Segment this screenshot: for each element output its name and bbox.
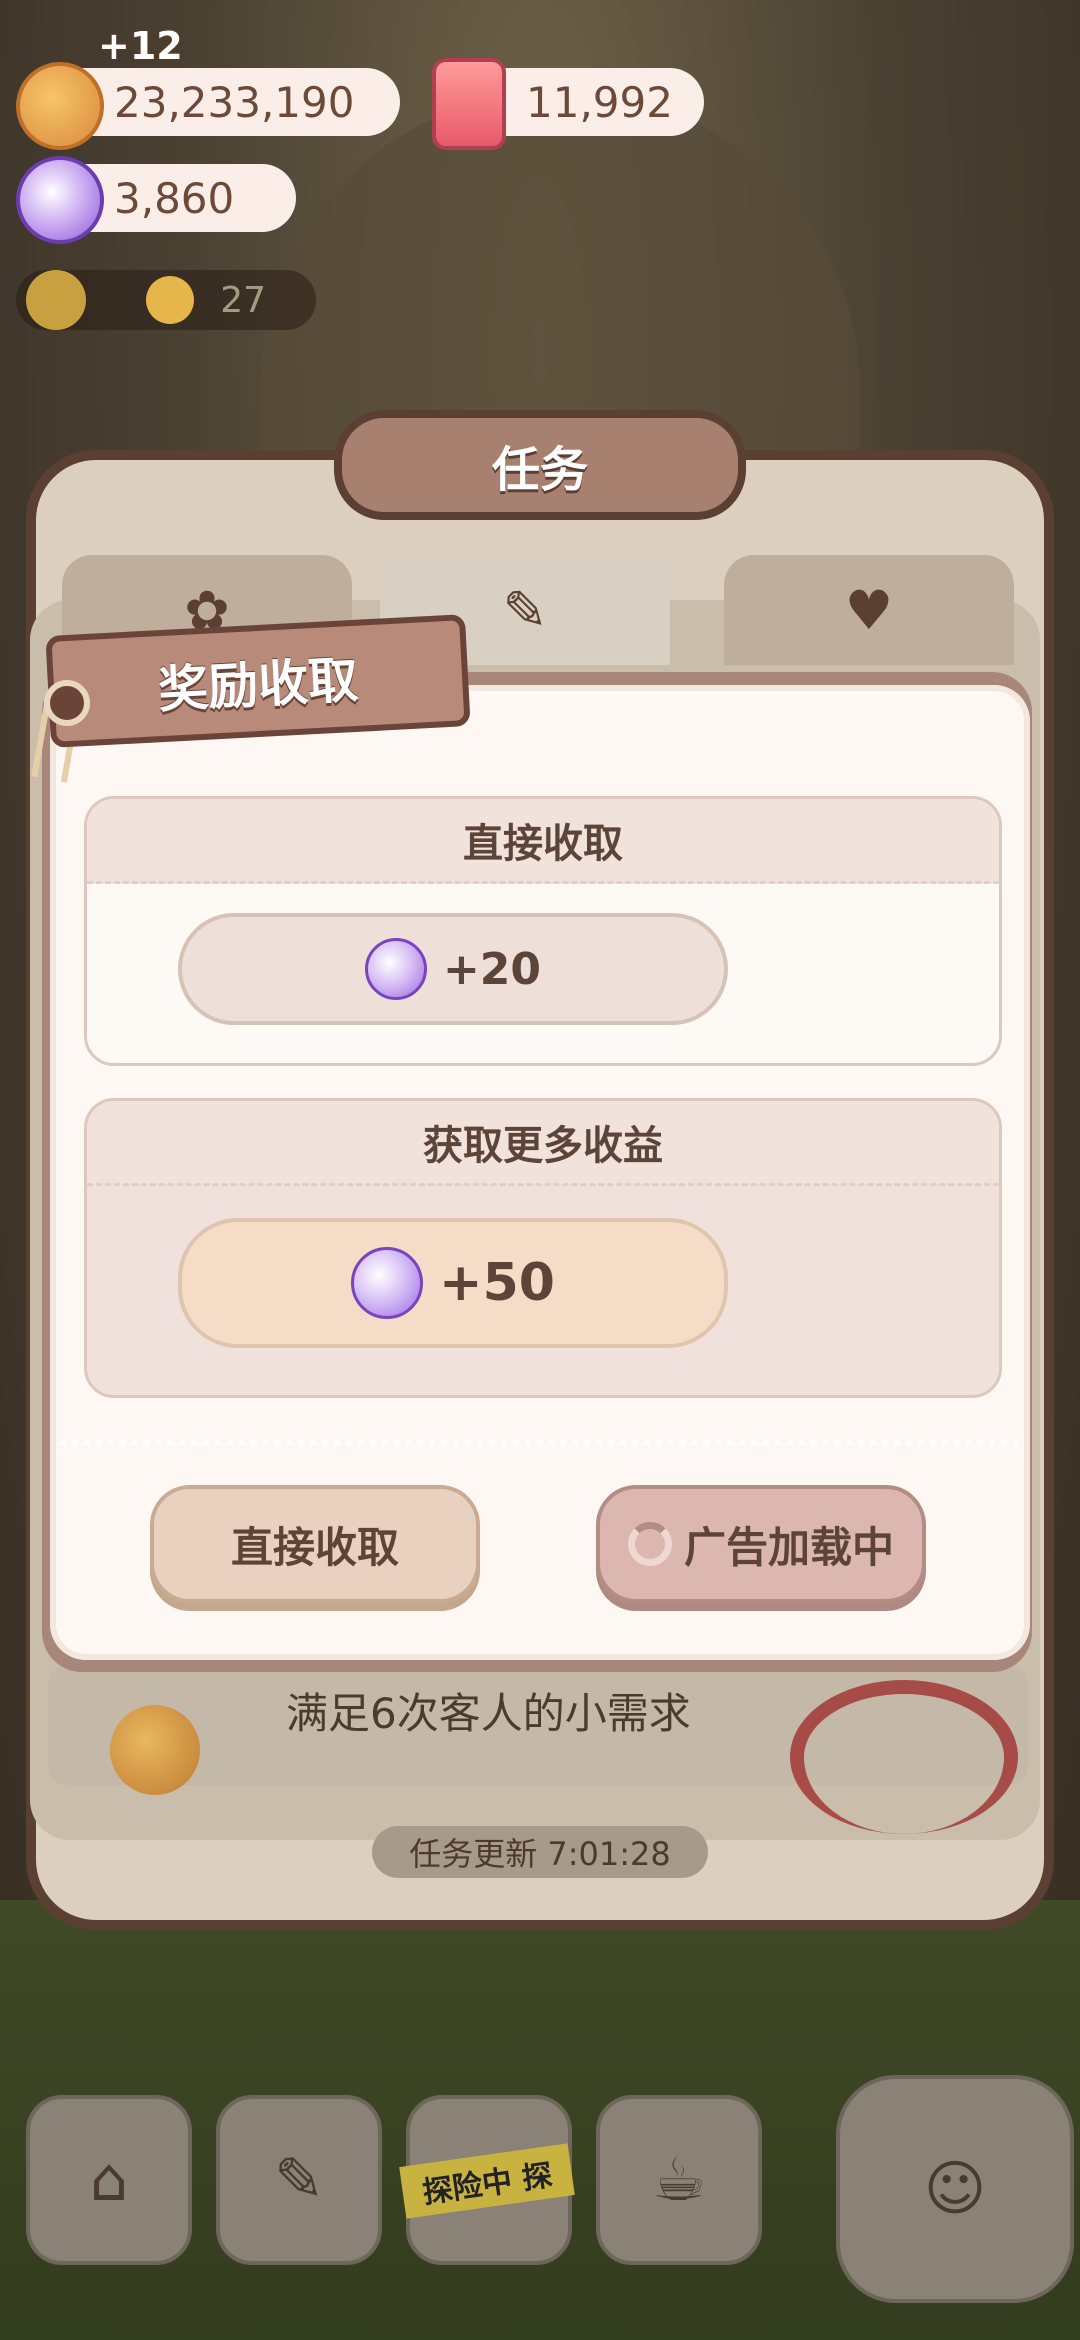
dialog-divider bbox=[60, 1440, 1020, 1446]
chick-icon bbox=[146, 276, 194, 324]
tag-hole bbox=[44, 680, 90, 726]
gem-icon bbox=[351, 1247, 424, 1319]
sun-badge-icon bbox=[26, 270, 86, 330]
candle-amount: 11,992 bbox=[526, 77, 673, 127]
gem-counter[interactable]: 3,860 bbox=[16, 156, 296, 244]
nav-notes-button[interactable]: ✎ bbox=[216, 2095, 382, 2265]
note-heart-icon: ✎ bbox=[502, 578, 548, 642]
direct-collect-heading: 直接收取 bbox=[87, 799, 999, 884]
candle-counter[interactable]: 11,992 bbox=[432, 58, 704, 150]
direct-reward-amount-box: +20 bbox=[178, 913, 728, 1025]
completed-stamp-icon bbox=[790, 1680, 1018, 1834]
mission-refresh-timer: 任务更新 7:01:28 bbox=[372, 1826, 708, 1878]
tab-flask[interactable]: ♥ bbox=[724, 555, 1014, 665]
gem-amount: 3,860 bbox=[114, 173, 235, 223]
nav-shop-button[interactable]: ☕ bbox=[596, 2095, 762, 2265]
more-reward-amount-box: +50 bbox=[178, 1218, 728, 1348]
more-rewards-heading: 获取更多收益 bbox=[87, 1101, 999, 1186]
gem-icon bbox=[16, 156, 104, 244]
watch-ad-button[interactable]: 广告加载中 bbox=[596, 1485, 926, 1603]
notebook-icon: ✎ bbox=[273, 2145, 325, 2215]
level-indicator[interactable]: 27 bbox=[16, 270, 316, 330]
flask-heart-icon: ♥ bbox=[844, 578, 894, 642]
reward-dialog-title: 奖励收取 bbox=[45, 614, 471, 748]
nav-character-button[interactable]: ☺ bbox=[836, 2075, 1074, 2303]
loading-spinner-icon bbox=[627, 1522, 672, 1566]
character-icon: ☺ bbox=[923, 2154, 987, 2224]
level-count: 27 bbox=[220, 279, 266, 321]
mission-cookie-icon bbox=[110, 1705, 200, 1795]
nav-home-button[interactable]: ⌂ bbox=[26, 2095, 192, 2265]
oven-icon: ☕ bbox=[652, 2145, 706, 2215]
cookie-counter[interactable]: 23,233,190 bbox=[16, 62, 400, 150]
cookie-amount: 23,233,190 bbox=[114, 77, 355, 127]
watch-ad-label: 广告加载中 bbox=[683, 1522, 894, 1572]
collect-button[interactable]: 直接收取 bbox=[150, 1485, 480, 1603]
gain-popup: +12 bbox=[98, 24, 183, 68]
mission-text: 满足6次客人的小需求 bbox=[286, 1689, 691, 1738]
mushroom-house-icon: ⌂ bbox=[89, 2145, 129, 2215]
more-reward-amount: +50 bbox=[439, 1253, 555, 1313]
cookie-icon bbox=[16, 62, 104, 150]
candle-icon bbox=[432, 58, 506, 150]
direct-reward-amount: +20 bbox=[442, 943, 542, 995]
mission-panel-title: 任务 bbox=[334, 410, 746, 520]
gem-icon bbox=[364, 938, 427, 1000]
